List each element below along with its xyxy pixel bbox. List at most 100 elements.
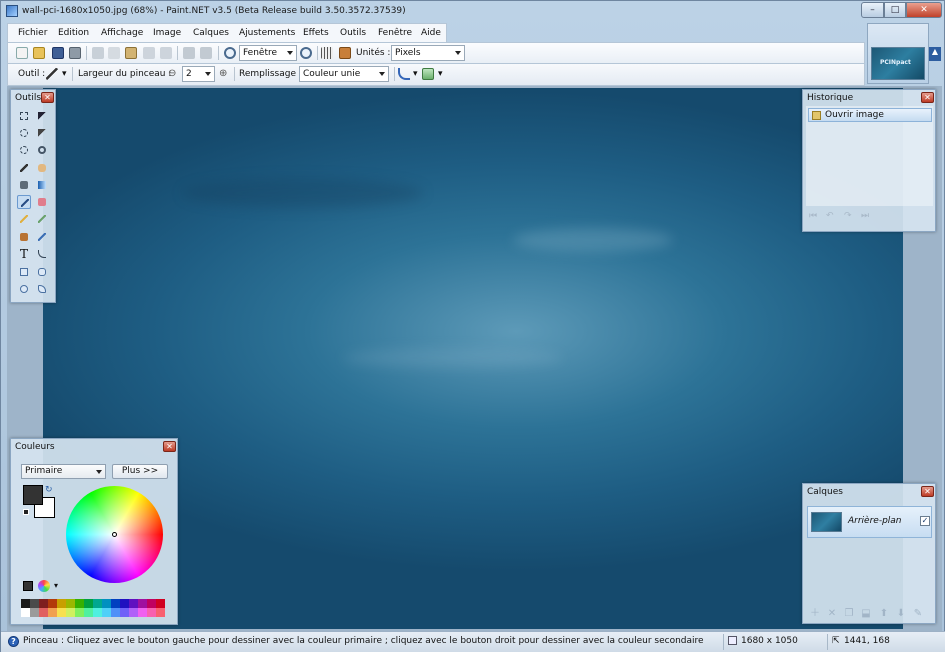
brush-width-combo[interactable]: 2 <box>182 66 215 82</box>
ellipse-icon[interactable] <box>17 282 31 296</box>
pan-icon[interactable] <box>35 161 49 175</box>
history-item[interactable]: Ouvrir image <box>808 108 932 122</box>
palette-swatch[interactable] <box>21 608 30 617</box>
pencil-icon[interactable] <box>17 212 31 226</box>
duplicate-layer-icon[interactable]: ❐ <box>843 608 855 619</box>
palette-swatch[interactable] <box>30 608 39 617</box>
merge-layer-icon[interactable]: ⬓ <box>860 608 872 619</box>
increase-width-icon[interactable]: ⊕ <box>219 68 227 79</box>
redo-icon[interactable]: ↷ <box>844 211 855 221</box>
palette-swatch[interactable] <box>84 599 93 608</box>
layer-properties-icon[interactable]: ✎ <box>912 608 924 619</box>
fast-forward-icon[interactable]: ⏭ <box>861 211 872 221</box>
layer-row[interactable]: Arrière-plan ✓ <box>807 506 932 538</box>
chevron-down-icon[interactable]: ▾ <box>438 69 443 79</box>
rounded-rectangle-icon[interactable] <box>35 265 49 279</box>
blend-mode-icon[interactable] <box>422 68 434 80</box>
save-icon[interactable] <box>52 47 64 59</box>
line-curve-icon[interactable] <box>35 247 49 261</box>
layer-visibility-checkbox[interactable]: ✓ <box>920 516 930 526</box>
palette-swatch[interactable] <box>156 608 165 617</box>
recolor-icon[interactable] <box>35 230 49 244</box>
palette-swatch[interactable] <box>57 608 66 617</box>
palette-icon[interactable] <box>23 581 33 591</box>
palette-swatch[interactable] <box>111 608 120 617</box>
grid-icon[interactable] <box>321 47 333 59</box>
menu-edition[interactable]: Edition <box>58 28 89 38</box>
close-icon[interactable]: ✕ <box>41 92 54 103</box>
menu-effets[interactable]: Effets <box>303 28 329 38</box>
add-layer-icon[interactable]: ＋ <box>809 608 821 619</box>
menu-fenetre[interactable]: Fenêtre <box>378 28 412 38</box>
eraser-icon[interactable] <box>35 195 49 209</box>
palette-swatch[interactable] <box>75 599 84 608</box>
antialiasing-icon[interactable] <box>398 68 410 80</box>
palette-swatch[interactable] <box>21 599 30 608</box>
menu-ajustements[interactable]: Ajustements <box>239 28 295 38</box>
palette-swatch[interactable] <box>138 599 147 608</box>
paste-icon[interactable] <box>125 47 137 59</box>
deselect-icon[interactable] <box>160 47 172 59</box>
move-selection-icon[interactable] <box>35 109 49 123</box>
reset-colors-icon[interactable] <box>23 509 29 515</box>
decrease-width-icon[interactable]: ⊖ <box>168 68 176 79</box>
primary-color-swatch[interactable] <box>23 485 43 505</box>
palette-swatch[interactable] <box>93 599 102 608</box>
palette-menu-icon[interactable] <box>38 580 50 592</box>
units-combo[interactable]: Pixels <box>391 45 465 61</box>
paintbrush-icon[interactable] <box>17 195 31 209</box>
color-palette[interactable] <box>21 599 168 617</box>
palette-swatch[interactable] <box>147 599 156 608</box>
lasso-select-icon[interactable] <box>17 126 31 140</box>
menu-outils[interactable]: Outils <box>340 28 366 38</box>
minimize-button[interactable]: – <box>861 2 884 18</box>
more-colors-button[interactable]: Plus >> <box>112 464 168 479</box>
palette-swatch[interactable] <box>75 608 84 617</box>
palette-swatch[interactable] <box>129 599 138 608</box>
zoom-in-icon[interactable] <box>300 47 312 59</box>
rectangle-select-icon[interactable] <box>17 109 31 123</box>
color-mode-combo[interactable]: Primaire <box>21 464 106 479</box>
palette-swatch[interactable] <box>39 599 48 608</box>
close-icon[interactable]: ✕ <box>921 486 934 497</box>
color-wheel-marker[interactable] <box>112 532 117 537</box>
rulers-icon[interactable] <box>339 47 351 59</box>
undo-icon[interactable]: ↶ <box>826 211 837 221</box>
zoom-icon[interactable] <box>35 143 49 157</box>
print-icon[interactable] <box>69 47 81 59</box>
paint-bucket-icon[interactable] <box>17 178 31 192</box>
open-icon[interactable] <box>33 47 45 59</box>
color-picker-icon[interactable] <box>35 212 49 226</box>
palette-swatch[interactable] <box>138 608 147 617</box>
redo-icon[interactable] <box>200 47 212 59</box>
brush-tool-icon[interactable] <box>46 68 58 80</box>
close-icon[interactable]: ✕ <box>163 441 176 452</box>
maximize-button[interactable]: □ <box>884 2 906 18</box>
undo-icon[interactable] <box>183 47 195 59</box>
swap-colors-icon[interactable]: ↻ <box>45 485 53 495</box>
palette-swatch[interactable] <box>120 599 129 608</box>
palette-swatch[interactable] <box>66 608 75 617</box>
freeform-shape-icon[interactable] <box>35 282 49 296</box>
rewind-icon[interactable]: ⏮ <box>809 211 820 221</box>
palette-swatch[interactable] <box>48 608 57 617</box>
zoom-combo[interactable]: Fenêtre <box>239 45 297 61</box>
text-tool-icon[interactable]: T <box>17 247 31 261</box>
gradient-icon[interactable] <box>35 178 49 192</box>
menu-image[interactable]: Image <box>153 28 181 38</box>
palette-swatch[interactable] <box>66 599 75 608</box>
palette-swatch[interactable] <box>129 608 138 617</box>
chevron-down-icon[interactable]: ▾ <box>413 69 418 79</box>
cut-icon[interactable] <box>92 47 104 59</box>
color-wheel[interactable] <box>66 486 163 583</box>
palette-swatch[interactable] <box>48 599 57 608</box>
image-thumbnail[interactable]: PCINpact <box>871 47 925 80</box>
palette-swatch[interactable] <box>102 599 111 608</box>
menu-aide[interactable]: Aide <box>421 28 441 38</box>
palette-swatch[interactable] <box>93 608 102 617</box>
close-button[interactable]: ✕ <box>906 2 942 18</box>
chevron-down-icon[interactable]: ▾ <box>62 69 67 79</box>
copy-icon[interactable] <box>108 47 120 59</box>
fill-combo[interactable]: Couleur unie <box>299 66 389 82</box>
palette-swatch[interactable] <box>57 599 66 608</box>
